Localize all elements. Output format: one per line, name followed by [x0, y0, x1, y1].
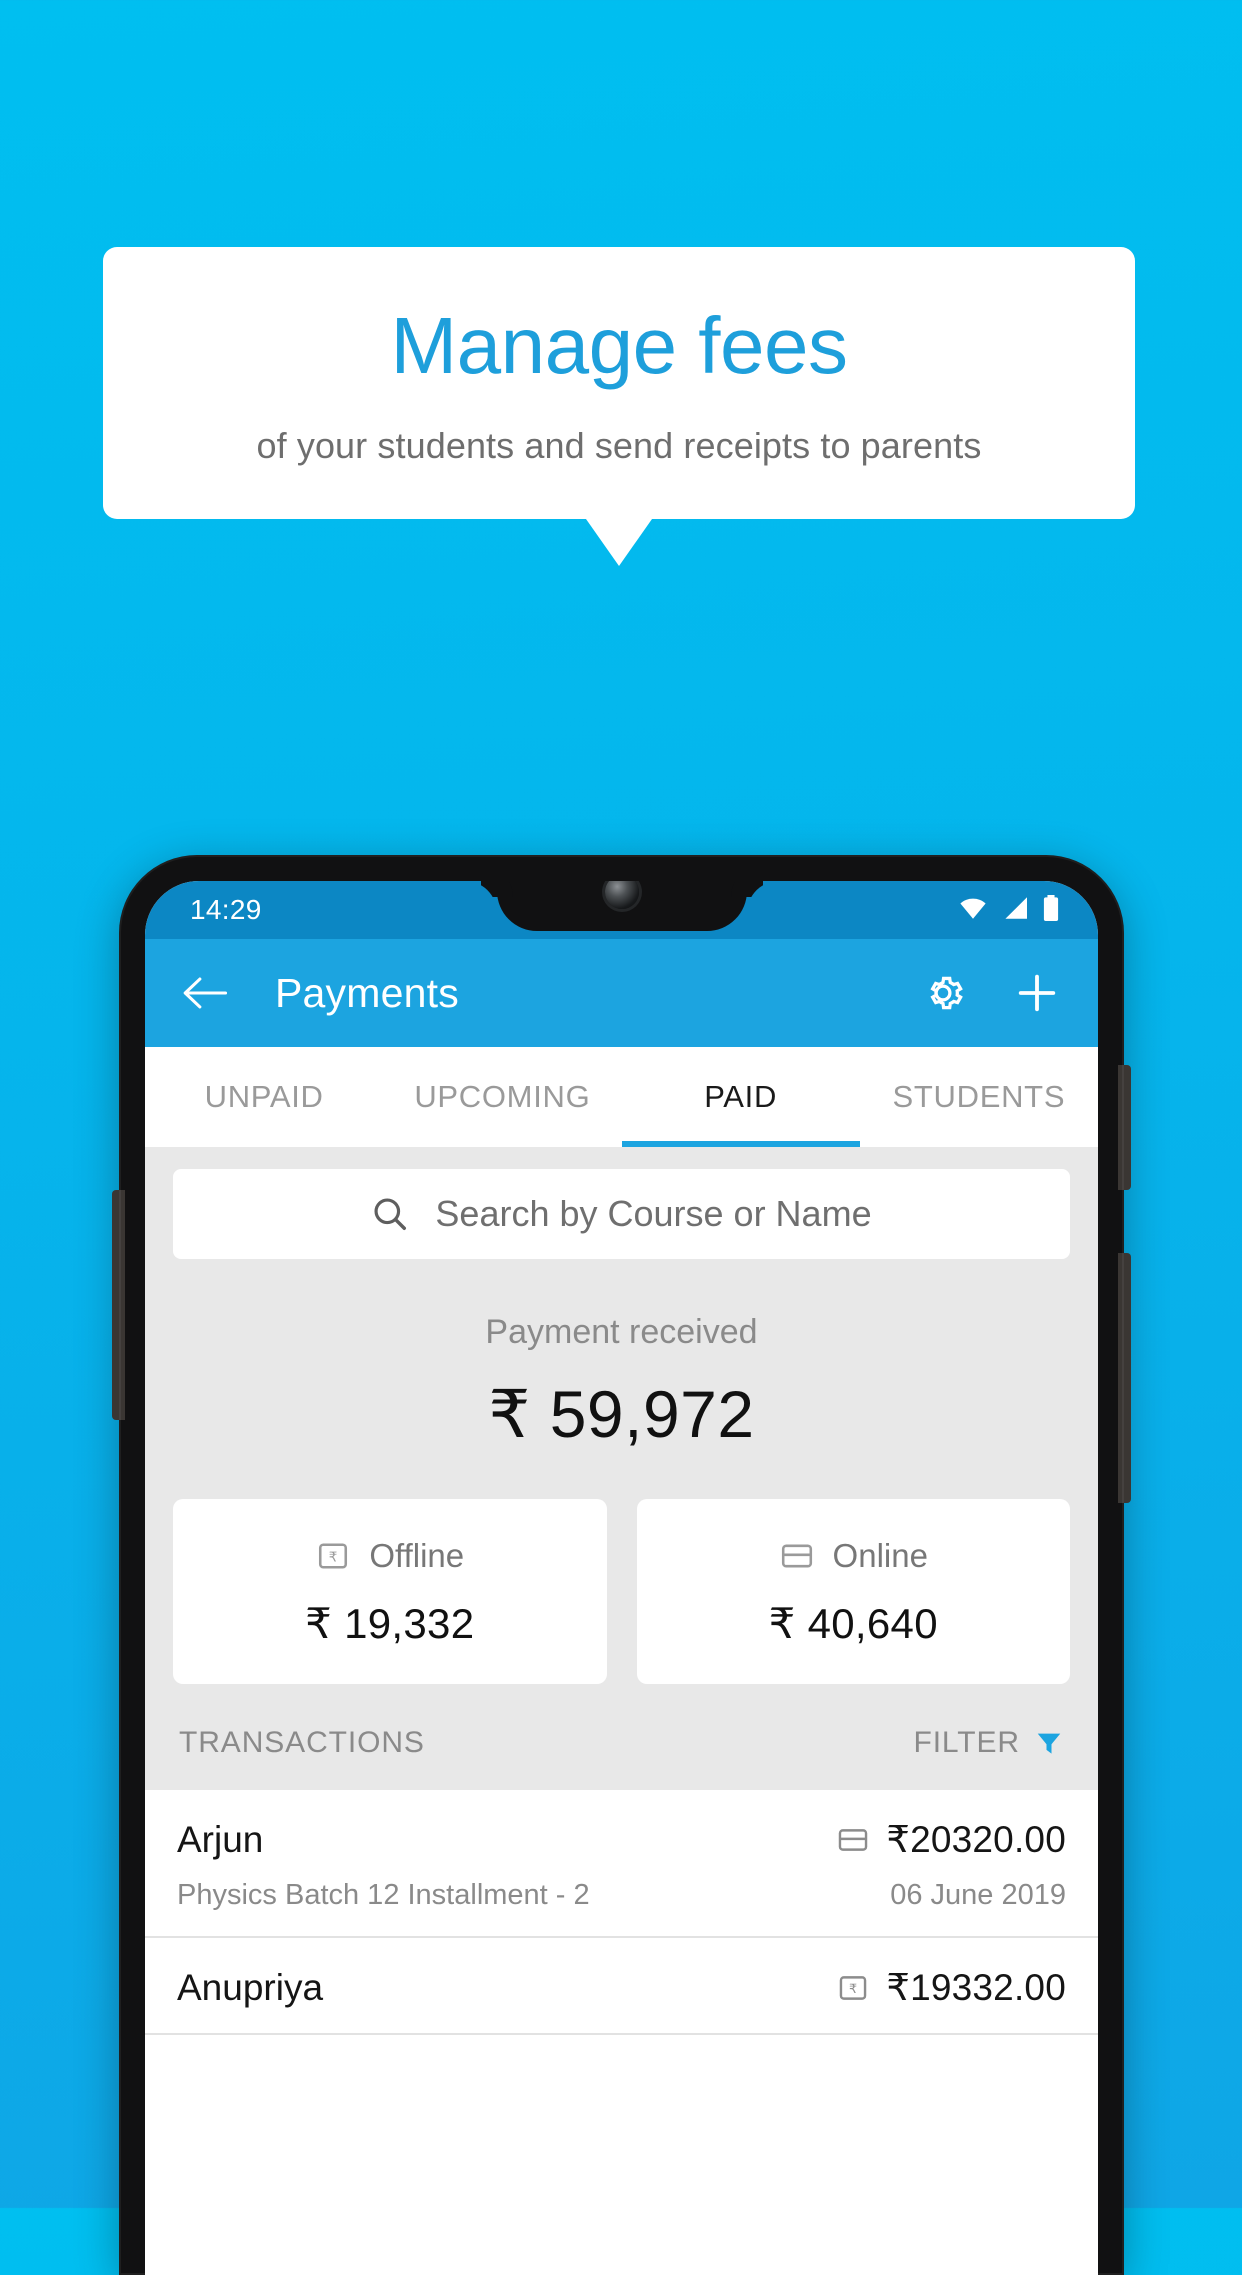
online-card-label: Online: [832, 1537, 928, 1574]
filter-label: FILTER: [913, 1726, 1020, 1759]
transactions-list: Arjun ₹20320.00 Physics Batch 12 Install…: [145, 1790, 1098, 2035]
transaction-primary-line: Arjun ₹20320.00: [177, 1818, 1066, 1861]
tab-paid[interactable]: PAID: [621, 1047, 861, 1147]
svg-text:₹: ₹: [849, 1982, 857, 1997]
transaction-name: Arjun: [177, 1818, 264, 1860]
phone-mockup: 14:29 Payments UNPAID UPCOMING PAID STUD…: [112, 855, 1131, 2275]
callout-tail: [586, 518, 652, 566]
search-bar[interactable]: Search by Course or Name: [173, 1169, 1070, 1259]
online-card[interactable]: Online ₹ 40,640: [636, 1499, 1071, 1684]
payment-mode-cards: ₹ Offline ₹ 19,332 Online ₹ 40,640: [145, 1459, 1098, 1684]
payment-received-label: Payment received: [485, 1313, 758, 1351]
volume-rocker[interactable]: [1118, 1253, 1131, 1503]
phone-screen: 14:29 Payments UNPAID UPCOMING PAID STUD…: [145, 881, 1098, 2275]
credit-card-icon: [779, 1538, 815, 1574]
online-card-head: Online: [637, 1537, 1071, 1575]
status-icon-group: [958, 895, 1060, 921]
payment-received-summary: Payment received ₹ 59,972: [145, 1259, 1098, 1459]
promo-title: Manage fees: [390, 301, 848, 390]
transactions-title: TRANSACTIONS: [179, 1726, 425, 1759]
promo-card: Manage fees of your students and send re…: [103, 247, 1135, 566]
online-card-amount: ₹ 40,640: [768, 1600, 938, 1647]
transaction-name: Anupriya: [177, 1966, 324, 2008]
volume-button[interactable]: [112, 1190, 125, 1420]
transaction-amount-group: ₹ ₹19332.00: [836, 1966, 1066, 2009]
tab-students[interactable]: STUDENTS: [860, 1047, 1098, 1147]
battery-icon: [1042, 895, 1060, 921]
front-camera: [604, 881, 639, 909]
rupee-receipt-icon: ₹: [836, 1971, 870, 2005]
power-button[interactable]: [1118, 1065, 1131, 1190]
funnel-icon: [1034, 1728, 1064, 1758]
tab-unpaid[interactable]: UNPAID: [145, 1047, 383, 1147]
svg-text:₹: ₹: [329, 1549, 338, 1565]
rupee-receipt-icon: ₹: [315, 1538, 351, 1574]
search-icon: [371, 1195, 409, 1233]
table-row[interactable]: Arjun ₹20320.00 Physics Batch 12 Install…: [145, 1790, 1098, 1938]
transaction-date: 06 June 2019: [890, 1879, 1066, 1911]
transaction-amount: ₹19332.00: [886, 1967, 1066, 2008]
status-bar: 14:29: [145, 881, 1098, 939]
filter-button[interactable]: FILTER: [913, 1726, 1064, 1760]
credit-card-icon: [836, 1823, 870, 1857]
app-bar: Payments: [145, 939, 1098, 1047]
promo-subtitle: of your students and send receipts to pa…: [256, 424, 982, 466]
payment-received-amount: ₹ 59,972: [488, 1377, 755, 1451]
promo-callout: Manage fees of your students and send re…: [103, 247, 1135, 566]
gear-icon[interactable]: [920, 970, 966, 1016]
transaction-amount: ₹20320.00: [886, 1819, 1066, 1860]
paid-tab-content: Search by Course or Name Payment receive…: [145, 1147, 1098, 2035]
table-row[interactable]: Anupriya ₹ ₹19332.00: [145, 1938, 1098, 2035]
display-notch: [496, 881, 747, 931]
transaction-subtitle: Physics Batch 12 Installment - 2: [177, 1879, 590, 1911]
app-bar-actions: [920, 970, 1060, 1016]
search-input[interactable]: Search by Course or Name: [435, 1193, 871, 1235]
back-arrow-icon[interactable]: [183, 976, 228, 1010]
transaction-primary-line: Anupriya ₹ ₹19332.00: [177, 1966, 1066, 2009]
transactions-header: TRANSACTIONS FILTER: [145, 1684, 1098, 1790]
plus-icon[interactable]: [1014, 970, 1060, 1016]
search-section: Search by Course or Name: [145, 1147, 1098, 1259]
status-clock: 14:29: [190, 894, 262, 925]
offline-card[interactable]: ₹ Offline ₹ 19,332: [173, 1499, 607, 1684]
tab-upcoming[interactable]: UPCOMING: [383, 1047, 621, 1147]
signal-icon: [1001, 896, 1029, 920]
offline-card-label: Offline: [369, 1537, 465, 1574]
offline-card-amount: ₹ 19,332: [305, 1600, 475, 1647]
tab-bar: UNPAID UPCOMING PAID STUDENTS: [145, 1047, 1098, 1147]
wifi-icon: [958, 896, 988, 920]
transaction-amount-group: ₹20320.00: [836, 1818, 1066, 1861]
offline-card-head: ₹ Offline: [173, 1537, 607, 1575]
app-bar-title: Payments: [275, 969, 459, 1016]
transaction-secondary-line: Physics Batch 12 Installment - 2 06 June…: [177, 1861, 1066, 1912]
